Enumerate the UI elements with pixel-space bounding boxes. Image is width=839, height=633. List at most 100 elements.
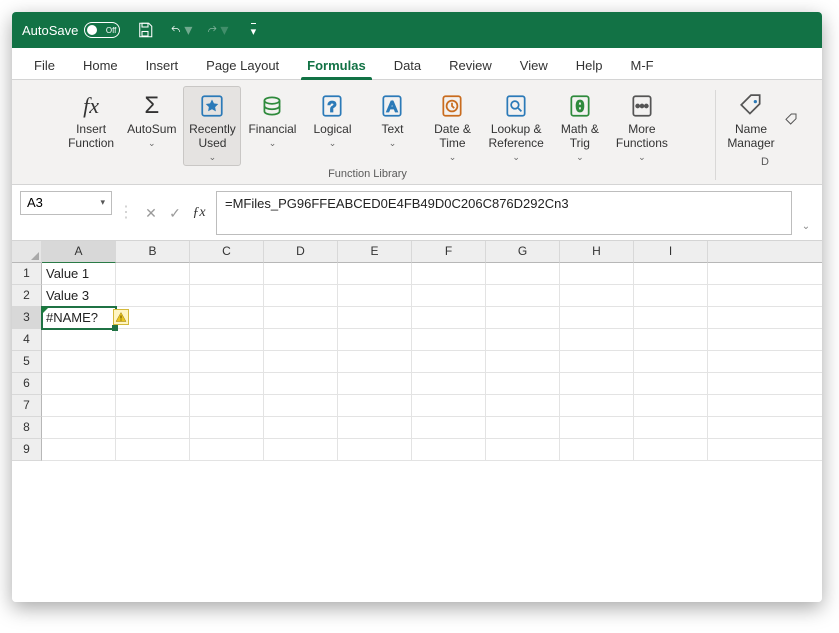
cell-b2[interactable] — [116, 285, 190, 307]
fx-button[interactable]: ƒx — [188, 202, 210, 224]
cell-f5[interactable] — [412, 351, 486, 373]
cell-g6[interactable] — [486, 373, 560, 395]
cell-b5[interactable] — [116, 351, 190, 373]
cell-e1[interactable] — [338, 263, 412, 285]
row-header[interactable]: 7 — [12, 395, 42, 417]
cell-g4[interactable] — [486, 329, 560, 351]
cell-a6[interactable] — [42, 373, 116, 395]
cell-c6[interactable] — [190, 373, 264, 395]
row-header[interactable]: 5 — [12, 351, 42, 373]
cell-rest[interactable] — [708, 263, 822, 285]
recently-used-button[interactable]: Recently Used ⌄ — [183, 86, 241, 166]
cell-e5[interactable] — [338, 351, 412, 373]
col-header-f[interactable]: F — [412, 241, 486, 263]
cell-h2[interactable] — [560, 285, 634, 307]
cell-f6[interactable] — [412, 373, 486, 395]
cell-b7[interactable] — [116, 395, 190, 417]
row-header[interactable]: 4 — [12, 329, 42, 351]
cell-rest[interactable] — [708, 395, 822, 417]
cell-c8[interactable] — [190, 417, 264, 439]
cell-i9[interactable] — [634, 439, 708, 461]
cell-f2[interactable] — [412, 285, 486, 307]
cell-e8[interactable] — [338, 417, 412, 439]
name-box[interactable]: A3 ▾ — [20, 191, 112, 215]
cell-g2[interactable] — [486, 285, 560, 307]
cell-g9[interactable] — [486, 439, 560, 461]
cell-rest[interactable] — [708, 417, 822, 439]
cell-h4[interactable] — [560, 329, 634, 351]
cell-a1[interactable]: Value 1 — [42, 263, 116, 285]
logical-button[interactable]: ? Logical ⌄ — [303, 86, 361, 166]
cell-c1[interactable] — [190, 263, 264, 285]
cell-f7[interactable] — [412, 395, 486, 417]
cell-e7[interactable] — [338, 395, 412, 417]
cell-d4[interactable] — [264, 329, 338, 351]
col-header-d[interactable]: D — [264, 241, 338, 263]
insert-function-button[interactable]: fx Insert Function — [62, 86, 120, 166]
cell-rest[interactable] — [708, 439, 822, 461]
more-functions-button[interactable]: More Functions ⌄ — [611, 86, 673, 166]
cell-i7[interactable] — [634, 395, 708, 417]
cell-c3[interactable] — [190, 307, 264, 329]
cell-i8[interactable] — [634, 417, 708, 439]
cell-e2[interactable] — [338, 285, 412, 307]
row-header[interactable]: 3 — [12, 307, 42, 329]
cell-f1[interactable] — [412, 263, 486, 285]
cell-c9[interactable] — [190, 439, 264, 461]
cell-b8[interactable] — [116, 417, 190, 439]
expand-formula-bar-button[interactable]: ⌄ — [798, 191, 814, 234]
cell-g7[interactable] — [486, 395, 560, 417]
cell-d1[interactable] — [264, 263, 338, 285]
cell-b9[interactable] — [116, 439, 190, 461]
cell-g5[interactable] — [486, 351, 560, 373]
cell-g3[interactable] — [486, 307, 560, 329]
autosave-toggle[interactable]: AutoSave Off — [22, 22, 120, 38]
select-all-corner[interactable] — [12, 241, 42, 263]
cell-a5[interactable] — [42, 351, 116, 373]
cell-rest[interactable] — [708, 373, 822, 395]
cell-d5[interactable] — [264, 351, 338, 373]
cell-c7[interactable] — [190, 395, 264, 417]
name-manager-button[interactable]: Name Manager — [722, 86, 780, 154]
text-button[interactable]: A Text ⌄ — [363, 86, 421, 166]
cell-b6[interactable] — [116, 373, 190, 395]
cell-g8[interactable] — [486, 417, 560, 439]
customize-qat-button[interactable]: ▾ — [242, 19, 264, 41]
cell-i6[interactable] — [634, 373, 708, 395]
cell-i5[interactable] — [634, 351, 708, 373]
cell-c5[interactable] — [190, 351, 264, 373]
math-trig-button[interactable]: θ Math & Trig ⌄ — [551, 86, 609, 166]
row-header[interactable]: 8 — [12, 417, 42, 439]
cell-b4[interactable] — [116, 329, 190, 351]
tab-home[interactable]: Home — [71, 52, 130, 79]
cell-h6[interactable] — [560, 373, 634, 395]
col-header-g[interactable]: G — [486, 241, 560, 263]
col-header-h[interactable]: H — [560, 241, 634, 263]
col-header-i[interactable]: I — [634, 241, 708, 263]
cancel-formula-button[interactable]: ✕ — [140, 202, 162, 224]
cell-c4[interactable] — [190, 329, 264, 351]
cell-d8[interactable] — [264, 417, 338, 439]
date-time-button[interactable]: Date & Time ⌄ — [423, 86, 481, 166]
formula-input[interactable]: =MFiles_PG96FFEABCED0E4FB49D0C206C876D29… — [216, 191, 792, 235]
tab-file[interactable]: File — [22, 52, 67, 79]
cell-f3[interactable] — [412, 307, 486, 329]
cell-a8[interactable] — [42, 417, 116, 439]
autosum-button[interactable]: Σ AutoSum ⌄ — [122, 86, 181, 166]
cell-e4[interactable] — [338, 329, 412, 351]
row-header[interactable]: 6 — [12, 373, 42, 395]
cell-i2[interactable] — [634, 285, 708, 307]
undo-button[interactable]: ▾ — [170, 19, 192, 41]
col-header-b[interactable]: B — [116, 241, 190, 263]
cell-a4[interactable] — [42, 329, 116, 351]
cell-i4[interactable] — [634, 329, 708, 351]
cell-h9[interactable] — [560, 439, 634, 461]
enter-formula-button[interactable]: ✓ — [164, 202, 186, 224]
error-trace-button[interactable] — [113, 309, 129, 325]
cell-a3[interactable]: #NAME? — [42, 307, 116, 329]
row-header[interactable]: 9 — [12, 439, 42, 461]
tab-view[interactable]: View — [508, 52, 560, 79]
cell-a9[interactable] — [42, 439, 116, 461]
tab-help[interactable]: Help — [564, 52, 615, 79]
lookup-reference-button[interactable]: Lookup & Reference ⌄ — [483, 86, 548, 166]
